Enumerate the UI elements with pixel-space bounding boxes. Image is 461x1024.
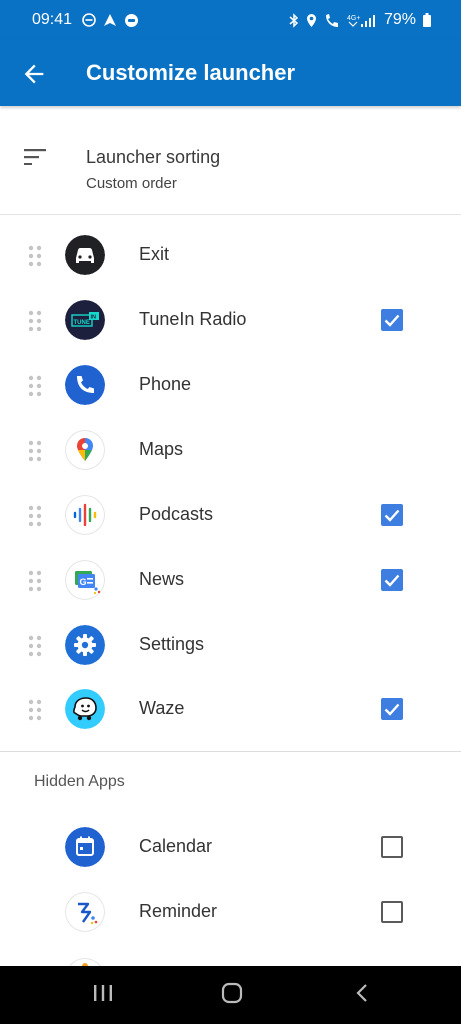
reminder-icon <box>65 892 105 932</box>
drag-handle-icon[interactable] <box>28 635 42 657</box>
launcher-app-row[interactable]: TUNE IN TuneIn Radio <box>0 289 461 354</box>
status-bar: 09:41 4G+ 79% <box>0 0 461 40</box>
svg-text:TUNE: TUNE <box>74 320 90 326</box>
app-icon-partial <box>69 958 101 966</box>
status-time: 09:41 <box>32 11 73 28</box>
waze-icon <box>65 689 105 729</box>
launcher-app-row[interactable]: Exit <box>0 224 461 289</box>
show-in-launcher-checkbox[interactable] <box>381 698 403 720</box>
hidden-app-row[interactable]: Reminder <box>0 881 461 946</box>
location-icon <box>306 13 316 27</box>
app-label: Settings <box>139 634 205 654</box>
launcher-sorting-setting[interactable]: Launcher sorting Custom order <box>0 107 461 215</box>
launcher-app-row[interactable]: Phone <box>0 354 461 419</box>
show-in-launcher-checkbox[interactable] <box>381 504 403 526</box>
show-in-launcher-checkbox[interactable] <box>381 309 403 331</box>
show-in-launcher-checkbox[interactable] <box>381 836 403 858</box>
drag-handle-icon[interactable] <box>28 310 42 332</box>
launcher-app-row[interactable]: Settings <box>0 614 461 679</box>
car-exit-icon <box>65 235 105 275</box>
sorting-value: Custom order <box>86 175 177 192</box>
back-arrow-icon[interactable] <box>20 60 48 88</box>
battery-icon <box>423 13 431 27</box>
car-mode-icon <box>125 13 139 27</box>
app-label: Calendar <box>139 836 213 856</box>
tunein-icon: TUNEIN <box>65 300 105 340</box>
app-label: Reminder <box>139 901 218 921</box>
home-icon[interactable] <box>221 982 243 1004</box>
system-nav-bar <box>0 966 461 1024</box>
launcher-app-row[interactable]: Waze <box>0 678 461 743</box>
drag-handle-icon[interactable] <box>28 245 42 267</box>
phone-icon <box>65 365 105 405</box>
gear-icon <box>65 625 105 665</box>
drag-handle-icon[interactable] <box>28 570 42 592</box>
hidden-app-row[interactable]: Calendar <box>0 816 461 881</box>
section-divider <box>0 751 461 752</box>
hidden-apps-heading: Hidden Apps <box>34 773 125 790</box>
news-icon: G <box>65 560 105 600</box>
launcher-app-row[interactable]: Podcasts <box>0 484 461 549</box>
svg-text:IN: IN <box>91 315 97 321</box>
app-label: Podcasts <box>139 504 214 524</box>
calendar-icon <box>65 827 105 867</box>
drag-handle-icon[interactable] <box>28 505 42 527</box>
show-in-launcher-checkbox[interactable] <box>381 569 403 591</box>
app-bar: Customize launcher <box>0 40 461 106</box>
drag-handle-icon[interactable] <box>28 440 42 462</box>
svg-text:G: G <box>80 577 87 587</box>
bluetooth-icon <box>289 12 299 28</box>
dnd-icon <box>82 13 96 27</box>
sorting-title: Launcher sorting <box>86 147 221 167</box>
launcher-app-row[interactable]: Maps <box>0 419 461 484</box>
signal-4g-icon: 4G+ <box>347 14 375 27</box>
app-label: Waze <box>139 698 185 718</box>
app-label: Maps <box>139 439 184 459</box>
battery-percent: 79% <box>383 11 416 28</box>
podcasts-icon <box>65 495 105 535</box>
app-label: Phone <box>139 374 192 394</box>
launcher-app-row[interactable]: G News <box>0 549 461 614</box>
maps-pin-icon <box>65 430 105 470</box>
recent-apps-icon[interactable] <box>92 982 114 1004</box>
svg-text:4G+: 4G+ <box>347 15 360 22</box>
app-label: Exit <box>139 244 170 264</box>
navigation-icon <box>104 14 117 26</box>
hidden-app-row-partial[interactable] <box>0 946 461 966</box>
drag-handle-icon[interactable] <box>28 699 42 721</box>
app-label: TuneIn Radio <box>139 309 247 329</box>
wifi-calling-icon <box>325 13 338 27</box>
app-label: News <box>139 569 185 589</box>
show-in-launcher-checkbox[interactable] <box>381 901 403 923</box>
back-nav-icon[interactable] <box>352 982 374 1004</box>
drag-handle-icon[interactable] <box>28 375 42 397</box>
page-title: Customize launcher <box>86 60 296 85</box>
sort-icon <box>24 149 46 165</box>
